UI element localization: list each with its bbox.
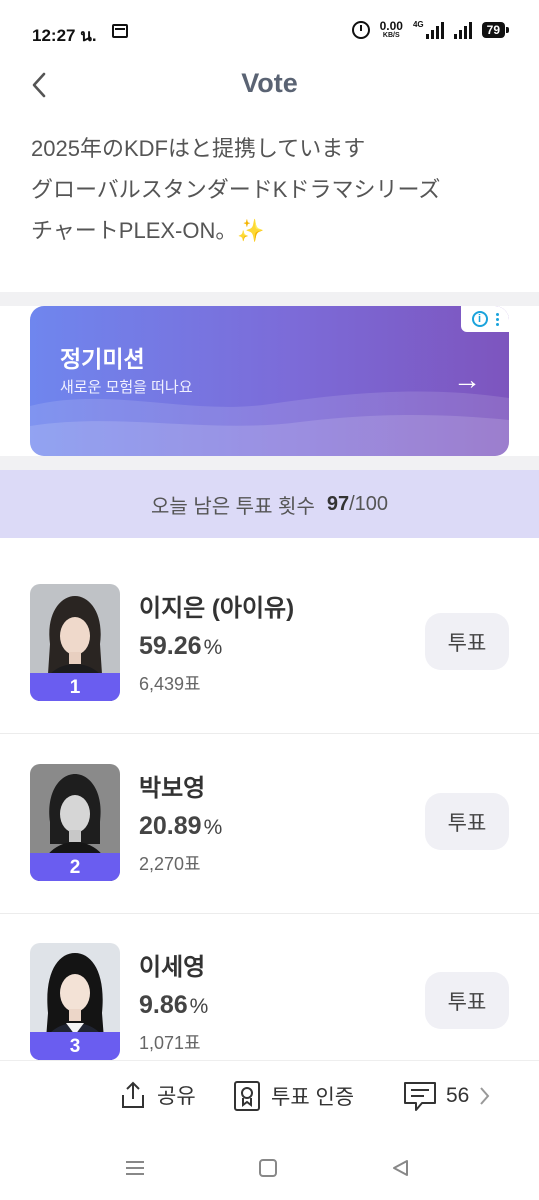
network-type: 4G: [412, 20, 424, 29]
rank-badge: 1: [30, 673, 120, 701]
ad-choices-badge[interactable]: i: [461, 306, 509, 332]
banner-title: 정기미션: [60, 346, 145, 372]
remaining-votes-count: 97: [326, 492, 350, 515]
candidate-photo: 3: [30, 943, 120, 1060]
comments-button[interactable]: 56: [402, 1079, 491, 1113]
comments-count: 56: [446, 1084, 470, 1107]
rank-badge: 2: [30, 853, 120, 881]
percent-symbol: %: [189, 995, 209, 1018]
back-nav-icon[interactable]: [387, 1156, 413, 1180]
network-speed-value: 0.00: [379, 19, 403, 33]
percent-symbol: %: [203, 816, 223, 839]
status-indicators: 0.00 KB/S 4G 79: [351, 20, 510, 39]
header: Vote: [0, 62, 539, 108]
chevron-right-icon: [480, 1087, 490, 1105]
candidate-name: 이세영: [139, 954, 206, 981]
percent-value: 59.26: [139, 632, 202, 660]
signal-icon: [425, 21, 444, 39]
share-icon: [122, 1081, 144, 1108]
certify-label: 투표 인증: [271, 1086, 355, 1109]
divider: [0, 292, 539, 306]
candidate-row: 2 박보영 20.89% 2,270표 투표: [0, 764, 539, 914]
mission-banner[interactable]: 정기미션 새로운 모험을 떠나요 → i: [30, 306, 509, 456]
calendar-icon: [112, 24, 128, 38]
status-bar: 12:27 น. 0.00 KB/S 4G 79: [0, 0, 539, 62]
candidate-row: 3 이세영 9.86% 1,071표 투표: [0, 943, 539, 1060]
remaining-votes-label: 오늘 남은 투표 횟수: [150, 495, 315, 518]
network-speed-unit: KB/S: [382, 32, 400, 39]
system-nav-bar: [0, 1136, 539, 1200]
vote-button[interactable]: 투표: [425, 793, 509, 850]
action-bar: 공유 투표 인증 56: [0, 1060, 539, 1136]
candidate-votes: 6,439표: [139, 674, 201, 694]
divider: [0, 456, 539, 470]
candidate-photo: 1: [30, 584, 120, 701]
candidate-name: 박보영: [139, 775, 206, 802]
battery-level: 79: [486, 22, 500, 37]
vote-button[interactable]: 투표: [425, 972, 509, 1029]
description-line: グローバルスタンダードKドラマシリーズ: [31, 177, 441, 202]
arrow-right-icon: →: [453, 364, 481, 395]
network-speed: 0.00 KB/S: [380, 20, 403, 39]
banner-subtitle: 새로운 모험을 떠나요: [60, 379, 193, 396]
more-vertical-icon[interactable]: [495, 312, 499, 326]
candidate-votes: 1,071표: [139, 1033, 201, 1053]
recent-apps-icon[interactable]: [122, 1156, 148, 1180]
rank-badge: 3: [30, 1032, 120, 1060]
description-line: チャートPLEX-ON。✨: [31, 218, 265, 243]
percent-value: 20.89: [139, 812, 202, 840]
percent-symbol: %: [203, 636, 223, 659]
candidate-votes: 2,270표: [139, 854, 201, 874]
candidate-percent: 9.86%: [139, 991, 208, 1020]
certificate-icon: [234, 1081, 260, 1111]
share-button[interactable]: 공유: [117, 1079, 196, 1111]
info-icon[interactable]: i: [471, 311, 488, 327]
page-title: Vote: [241, 68, 298, 98]
candidate-percent: 59.26%: [139, 632, 222, 661]
description-line: 2025年のKDFはと提携しています: [31, 136, 366, 161]
candidate-percent: 20.89%: [139, 812, 222, 841]
share-label: 공유: [157, 1085, 196, 1108]
battery-icon: 79: [481, 21, 510, 38]
remaining-votes-bar: 오늘 남은 투표 횟수 97 /100: [0, 470, 539, 538]
status-time: 12:27 น.: [32, 26, 97, 45]
alarm-icon: [351, 20, 370, 39]
remaining-votes-total: /100: [349, 492, 389, 515]
candidate-photo: 2: [30, 764, 120, 881]
signal-icon-2: [453, 21, 472, 39]
percent-value: 9.86: [139, 991, 188, 1019]
vote-description: 2025年のKDFはと提携しています グローバルスタンダードKドラマシリーズ チ…: [31, 128, 511, 251]
candidate-name: 이지은 (아이유): [139, 595, 295, 622]
certify-button[interactable]: 투표 인증: [231, 1079, 354, 1113]
comment-icon: [404, 1082, 436, 1111]
vote-button[interactable]: 투표: [425, 613, 509, 670]
home-icon[interactable]: [255, 1156, 281, 1180]
candidate-row: 1 이지은 (아이유) 59.26% 6,439표 투표: [0, 584, 539, 734]
